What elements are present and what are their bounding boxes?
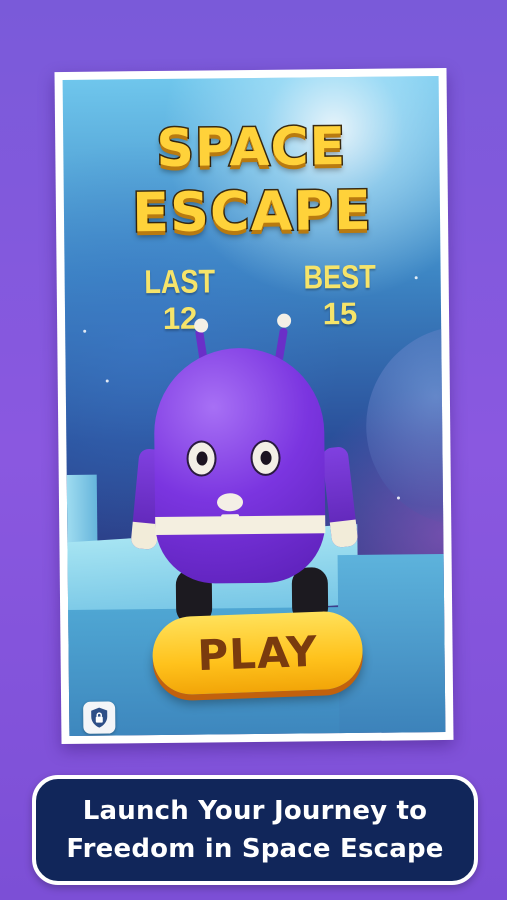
play-button-label: PLAY xyxy=(196,626,319,680)
planet-background xyxy=(365,324,446,527)
antenna-ball-right xyxy=(277,313,292,328)
game-screen: SPACE ESCAPE LAST 12 BEST 15 PLAY xyxy=(62,76,446,736)
caption-line2: Freedom in Space Escape xyxy=(66,834,444,864)
last-score-label: LAST xyxy=(144,262,216,301)
robot-mouth xyxy=(221,514,240,519)
star xyxy=(414,276,418,280)
privacy-button[interactable] xyxy=(83,701,116,734)
star xyxy=(105,379,109,383)
play-button[interactable]: PLAY xyxy=(151,610,364,696)
arm-right xyxy=(321,445,359,549)
best-score-label: BEST xyxy=(303,257,376,296)
robot-nose xyxy=(216,493,244,512)
robot-belt xyxy=(155,515,326,536)
star xyxy=(83,329,87,333)
caption-line1: Launch Your Journey to xyxy=(82,796,428,826)
game-title-line2: ESCAPE xyxy=(130,177,373,246)
eye-left xyxy=(186,440,217,477)
promo-caption: Launch Your Journey to Freedom in Space … xyxy=(32,775,478,885)
game-title-line1: SPACE xyxy=(155,116,348,181)
antenna-ball-left xyxy=(194,318,209,333)
robot-character xyxy=(125,313,368,625)
star xyxy=(396,496,400,500)
game-screenshot-card: SPACE ESCAPE LAST 12 BEST 15 PLAY xyxy=(54,67,454,745)
eye-right xyxy=(250,439,281,477)
robot-body xyxy=(153,347,326,585)
shield-lock-icon xyxy=(91,707,108,728)
